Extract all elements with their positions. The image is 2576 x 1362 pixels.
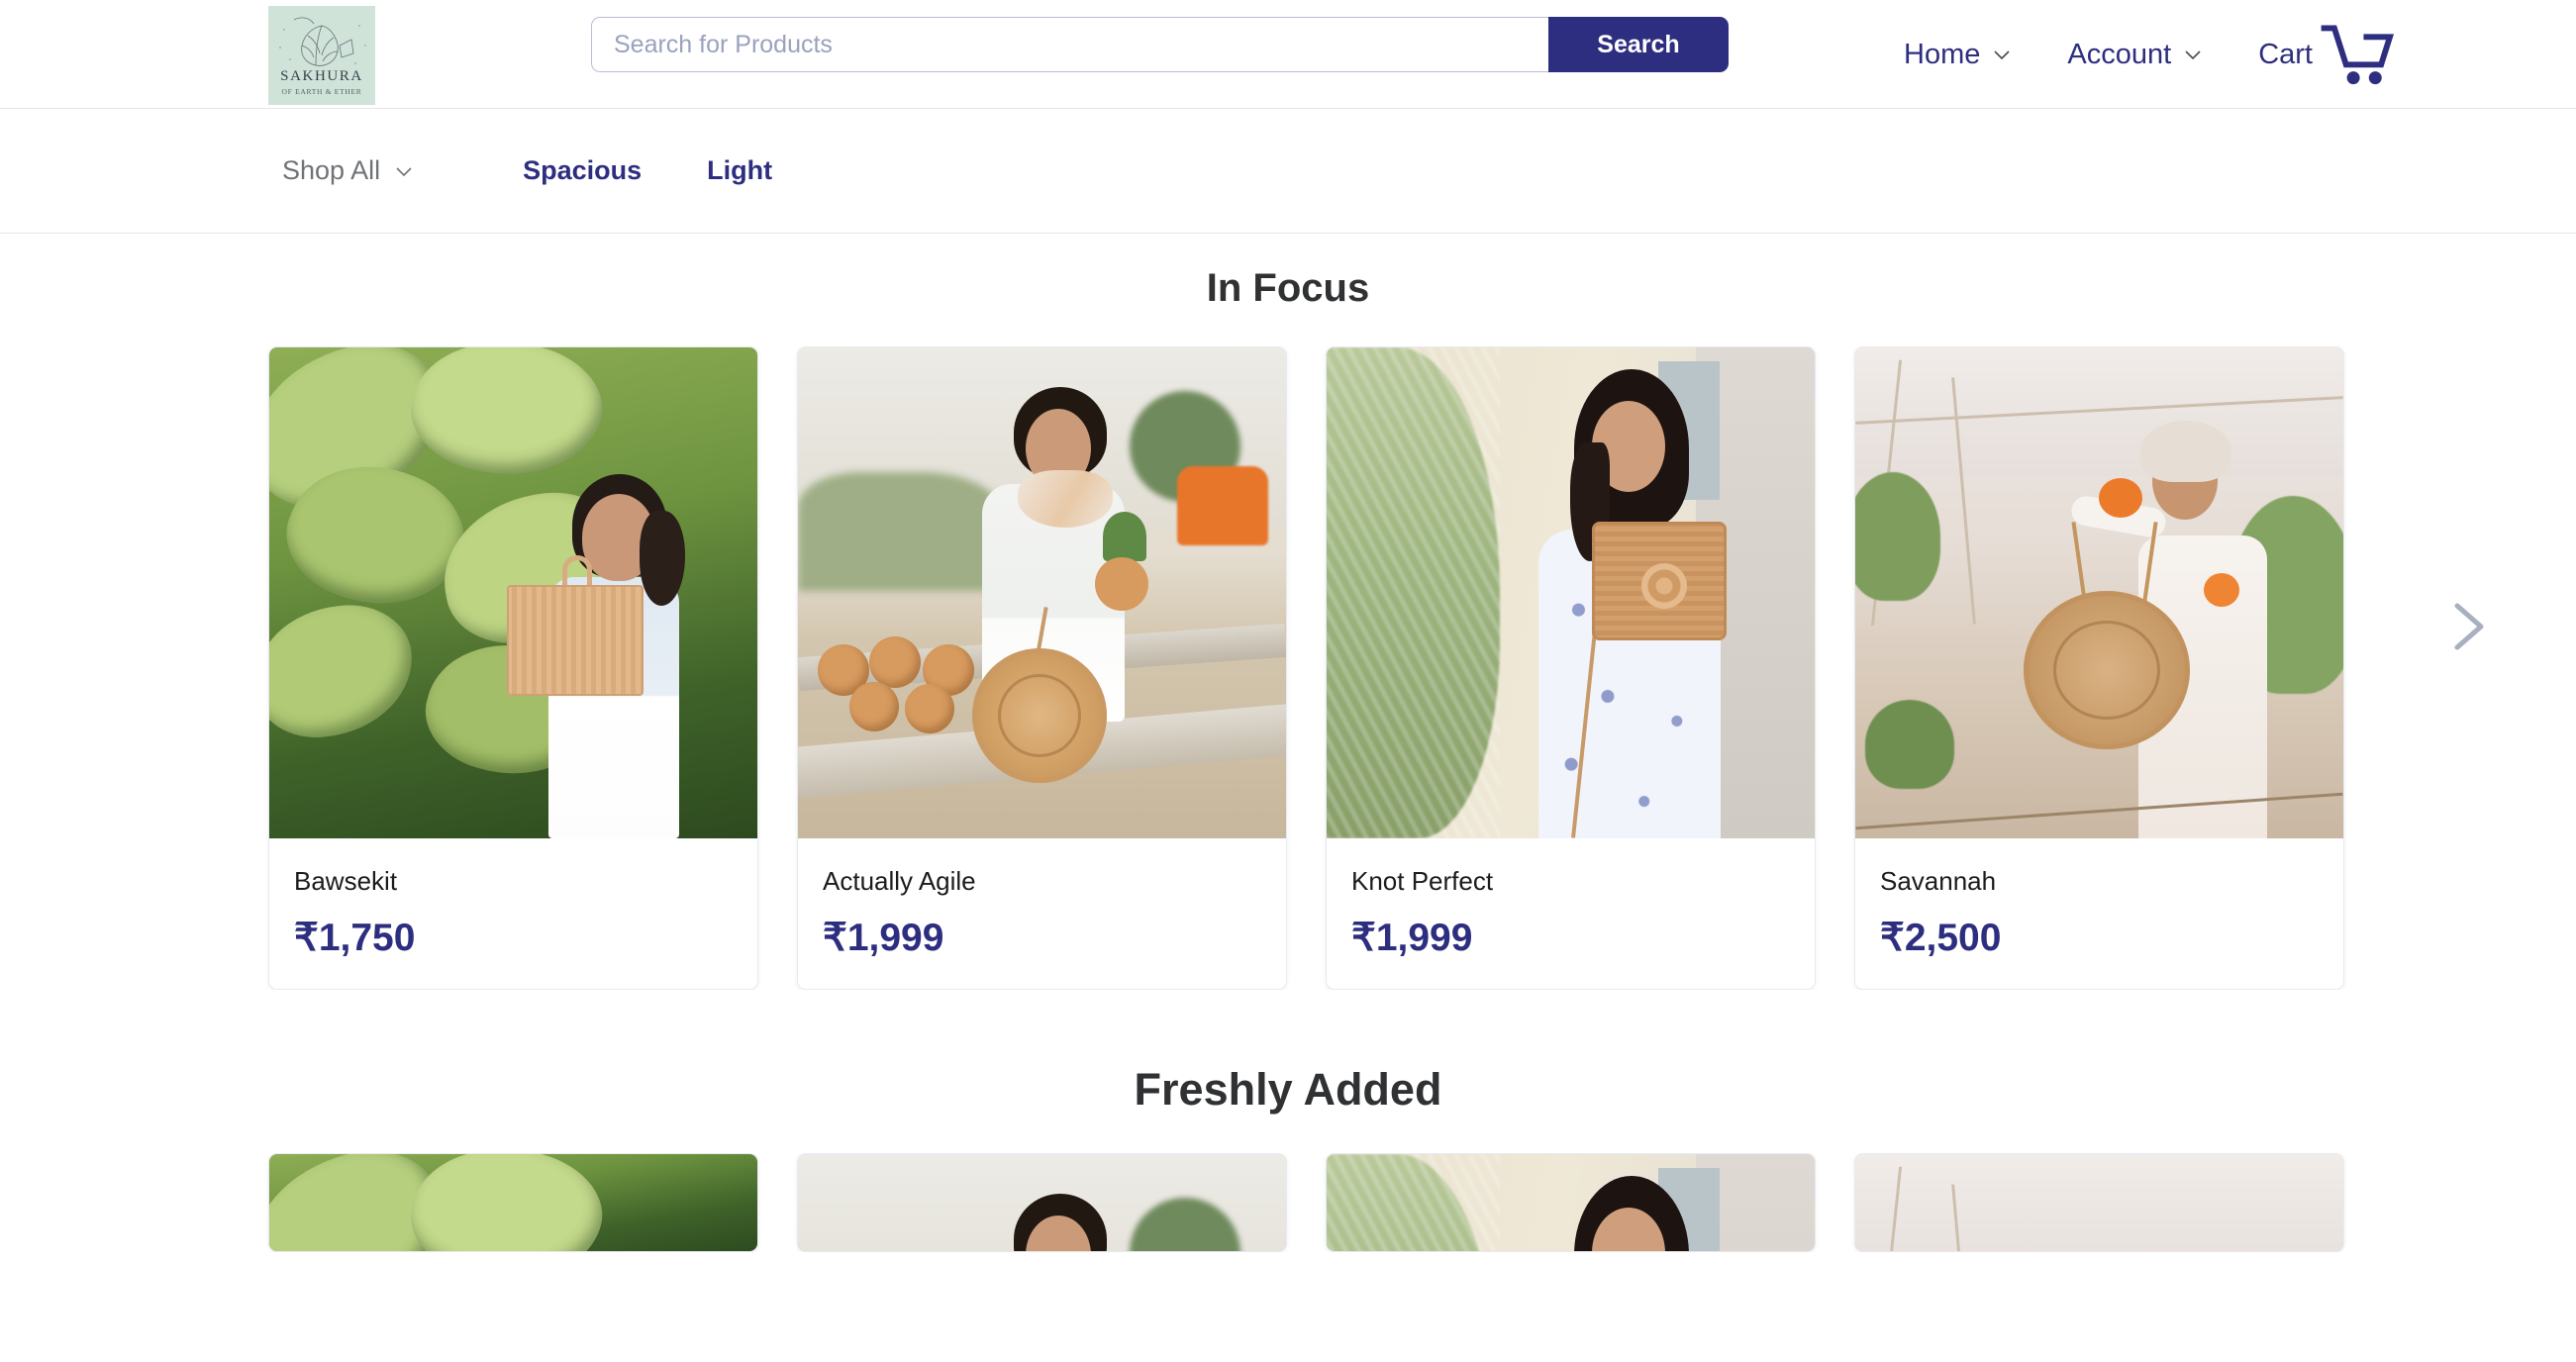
product-card[interactable]: Actually Agile ₹1,999	[797, 1153, 1287, 1252]
subnav-item-light-label: Light	[707, 155, 772, 186]
site-header: SAKHURA OF EARTH & ETHER Search Home Acc…	[0, 0, 2576, 109]
chevron-down-icon	[394, 161, 414, 181]
search-input[interactable]	[591, 17, 1548, 72]
nav-item-account-label: Account	[2067, 39, 2171, 71]
subnav-item-spacious[interactable]: Spacious	[523, 155, 642, 186]
section-title-freshly-added: Freshly Added	[0, 1064, 2576, 1116]
product-info: Bawsekit ₹1,750	[269, 838, 757, 989]
product-name: Knot Perfect	[1351, 868, 1790, 894]
product-card[interactable]: Knot Perfect ₹1,999	[1326, 1153, 1816, 1252]
product-price: ₹1,750	[294, 919, 733, 957]
product-name: Bawsekit	[294, 868, 733, 894]
product-name: Savannah	[1880, 868, 2319, 894]
logo-name: SAKHURA	[280, 69, 363, 84]
nav-item-home[interactable]: Home	[1904, 39, 2012, 71]
nav-item-account[interactable]: Account	[2067, 39, 2203, 71]
chevron-down-icon	[1992, 45, 2012, 64]
product-info: Actually Agile ₹1,999	[798, 838, 1286, 989]
subnav-item-shop-all-label: Shop All	[282, 155, 380, 186]
search-button[interactable]: Search	[1548, 17, 1729, 72]
logo-tagline: OF EARTH & ETHER	[282, 88, 362, 96]
product-image	[798, 347, 1286, 838]
site-logo[interactable]: SAKHURA OF EARTH & ETHER	[268, 6, 375, 105]
product-info: Savannah ₹2,500	[1855, 838, 2343, 989]
chevron-down-icon	[2183, 45, 2203, 64]
product-price: ₹1,999	[1351, 919, 1790, 957]
product-image	[1327, 1154, 1815, 1252]
product-card[interactable]: Savannah ₹2,500	[1854, 1153, 2344, 1252]
subnav-item-light[interactable]: Light	[707, 155, 772, 186]
cart-label: Cart	[2258, 39, 2313, 71]
product-card[interactable]: Bawsekit ₹1,750	[268, 346, 758, 990]
product-image	[798, 1154, 1286, 1252]
subnav-item-shop-all[interactable]: Shop All	[282, 155, 414, 186]
subnav-item-spacious-label: Spacious	[523, 155, 642, 186]
carousel-freshly-added: Bawsekit ₹1,750 Actually Agile ₹1,999 Kn…	[0, 1153, 2576, 1252]
product-image	[269, 347, 757, 838]
product-name: Actually Agile	[823, 868, 1261, 894]
nav-item-home-label: Home	[1904, 39, 1980, 71]
search-bar: Search	[591, 17, 1729, 72]
product-card[interactable]: Actually Agile ₹1,999	[797, 346, 1287, 990]
product-card[interactable]: Savannah ₹2,500	[1854, 346, 2344, 990]
product-price: ₹2,500	[1880, 919, 2319, 957]
product-price: ₹1,999	[823, 919, 1261, 957]
shopping-cart-icon	[2321, 24, 2398, 85]
product-image	[1327, 347, 1815, 838]
product-info: Knot Perfect ₹1,999	[1327, 838, 1815, 989]
product-image	[1855, 1154, 2343, 1252]
carousel-in-focus: Bawsekit ₹1,750 Actually Agile ₹1,999	[0, 346, 2576, 990]
carousel-next-button[interactable]	[2439, 597, 2499, 656]
cart-button[interactable]: Cart	[2258, 24, 2398, 85]
product-image	[1855, 347, 2343, 838]
product-image	[269, 1154, 757, 1252]
section-title-in-focus: In Focus	[0, 266, 2576, 311]
product-card[interactable]: Bawsekit ₹1,750	[268, 1153, 758, 1252]
product-card[interactable]: Knot Perfect ₹1,999	[1326, 346, 1816, 990]
category-nav: Shop All Spacious Light	[0, 109, 2576, 234]
header-nav: Home Account Cart	[1904, 0, 2398, 109]
